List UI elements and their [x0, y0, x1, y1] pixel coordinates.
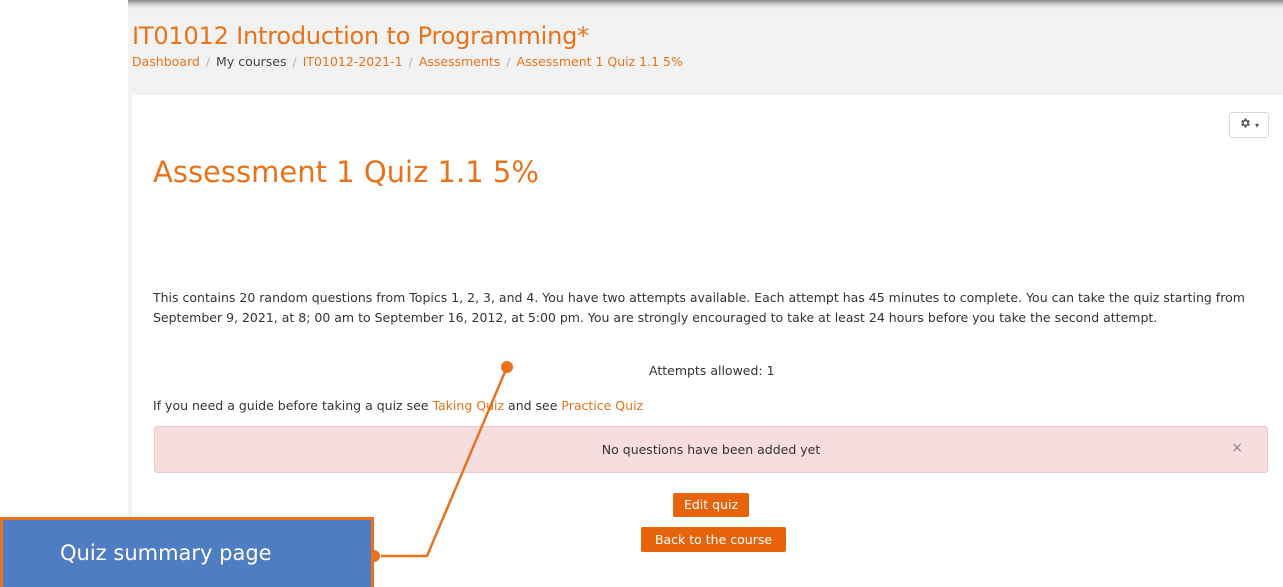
breadcrumb-separator: /	[408, 54, 413, 69]
close-icon[interactable]: ×	[1231, 440, 1243, 456]
no-questions-alert: No questions have been added yet ×	[154, 426, 1268, 473]
window-shadow	[128, 0, 1283, 9]
attempts-allowed: Attempts allowed: 1	[649, 363, 775, 378]
breadcrumb-separator: /	[205, 54, 211, 69]
breadcrumb-dashboard[interactable]: Dashboard	[132, 54, 200, 69]
course-title[interactable]: IT01012 Introduction to Programming*	[132, 22, 589, 50]
breadcrumb-course[interactable]: IT01012-2021-1	[303, 54, 403, 69]
annotation-callout-box: Quiz summary page	[0, 517, 374, 587]
breadcrumb-quiz[interactable]: Assessment 1 Quiz 1.1 5%	[517, 54, 683, 69]
breadcrumb-assessments[interactable]: Assessments	[419, 54, 501, 69]
breadcrumb-separator: /	[506, 54, 511, 69]
back-to-course-button[interactable]: Back to the course	[641, 527, 786, 552]
breadcrumb-separator: /	[292, 54, 297, 69]
breadcrumb: Dashboard / My courses / IT01012-2021-1 / Asse…	[132, 54, 683, 69]
annotation-label: Quiz summary page	[60, 541, 272, 565]
alert-message: No questions have been added yet	[601, 442, 821, 457]
content-overlay: Attempts allowed: 1 No questions have be…	[132, 95, 1283, 587]
breadcrumb-my-courses[interactable]: My courses	[216, 54, 286, 69]
edit-quiz-button[interactable]: Edit quiz	[673, 493, 749, 517]
